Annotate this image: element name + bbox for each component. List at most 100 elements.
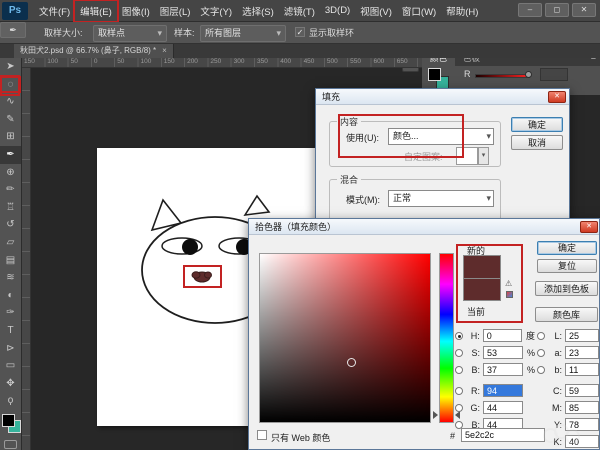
quick-mask-icon[interactable] [4, 440, 17, 449]
show-ring-checkbox[interactable]: ✓ [295, 27, 305, 37]
hsb-rgb-fields: H: 0 度 S: 53 % B: 37 % R: 94 [455, 327, 535, 433]
close-button[interactable]: ✕ [572, 3, 596, 17]
tab-close-icon[interactable]: × [162, 44, 167, 58]
web-safe-cube-icon[interactable] [506, 291, 513, 298]
sample-size-dropdown[interactable]: 取样点▾ [93, 25, 167, 42]
red-value-box[interactable] [540, 68, 568, 81]
menu-view[interactable]: 视图(V) [355, 1, 397, 21]
eyedropper-tool[interactable]: ✒ [0, 146, 21, 164]
panel-foreground-swatch[interactable] [428, 68, 441, 81]
color-libraries-button[interactable]: 颜色库 [535, 307, 598, 322]
eyedropper-options-icon[interactable]: ✒ [0, 22, 26, 38]
healing-brush-tool[interactable]: ⊕ [0, 164, 21, 182]
current-color-swatch[interactable] [463, 278, 501, 301]
lab-b-field-row: b: 11 [537, 361, 600, 378]
picker-ok-button[interactable]: 确定 [537, 241, 597, 255]
menu-edit[interactable]: 编辑(E) [75, 1, 117, 21]
ruler-label: 500 [325, 58, 348, 67]
fill-dialog-close-button[interactable]: ✕ [548, 91, 566, 103]
menu-help[interactable]: 帮助(H) [441, 1, 483, 21]
field-radio[interactable] [455, 332, 463, 340]
hand-tool[interactable]: ✥ [0, 375, 21, 393]
color-picker-close-button[interactable]: ✕ [580, 221, 598, 233]
menu-layer[interactable]: 图层(L) [155, 1, 196, 21]
gradient-tool[interactable]: ▤ [0, 252, 21, 270]
field-radio[interactable] [455, 404, 463, 412]
menu-image[interactable]: 图像(I) [117, 1, 155, 21]
maximize-button[interactable]: ◻ [545, 3, 569, 17]
hue-slider[interactable] [439, 253, 454, 423]
quick-select-tool[interactable]: ✎ [0, 111, 21, 129]
custom-pattern-arrow[interactable]: ▾ [478, 147, 489, 165]
cat-left-pupil [182, 239, 198, 255]
field-radio[interactable] [537, 349, 545, 357]
fill-cancel-button[interactable]: 取消 [511, 135, 563, 150]
dropdown-icon: ▾ [482, 152, 486, 159]
use-dropdown[interactable]: 颜色...▾ [388, 128, 494, 145]
field-radio[interactable] [537, 332, 545, 340]
document-tab[interactable]: 秋田犬2.psd @ 66.7% (鼻子, RGB/8) * × [14, 44, 174, 58]
menu-type[interactable]: 文字(Y) [195, 1, 237, 21]
shape-tool[interactable]: ▭ [0, 357, 21, 375]
hex-input[interactable]: 5e2c2c [461, 428, 545, 442]
fill-dialog-title[interactable]: 填充 [316, 89, 569, 105]
red-field-row: R: 94 [455, 382, 535, 399]
dodge-tool[interactable]: ◐ [0, 287, 21, 305]
lab-a-field-row: a: 23 [537, 344, 600, 361]
menu-bar: Ps 文件(F)编辑(E)图像(I)图层(L)文字(Y)选择(S)滤镜(T)3D… [0, 0, 600, 22]
field-value-input[interactable]: 53 [483, 346, 523, 359]
dropdown-icon: ▾ [486, 191, 491, 206]
red-slider-handle[interactable] [525, 71, 532, 78]
color-field-marker[interactable] [347, 358, 356, 367]
menu-filter[interactable]: 滤镜(T) [279, 1, 320, 21]
path-select-tool[interactable]: ⊳ [0, 340, 21, 358]
field-radio[interactable] [537, 366, 545, 374]
blend-group-label: 混合 [337, 173, 361, 186]
content-group-label: 内容 [337, 115, 361, 128]
crop-tool[interactable]: ⊞ [0, 128, 21, 146]
red-channel-slider[interactable] [475, 74, 530, 78]
field-value-input[interactable]: 85 [565, 401, 599, 414]
menu-select[interactable]: 选择(S) [237, 1, 279, 21]
add-to-swatches-button[interactable]: 添加到色板 [535, 281, 598, 296]
web-only-checkbox[interactable] [257, 430, 267, 440]
brush-tool[interactable]: ✏ [0, 181, 21, 199]
custom-pattern-thumbnail[interactable] [456, 147, 478, 165]
clone-stamp-tool[interactable]: ♖ [0, 199, 21, 217]
picker-reset-button[interactable]: 复位 [537, 259, 597, 273]
zoom-tool[interactable]: ϙ [0, 392, 21, 410]
field-radio[interactable] [455, 366, 463, 374]
field-value-input[interactable]: 11 [565, 363, 599, 376]
color-picker-title[interactable]: 拾色器（填充颜色） [249, 219, 599, 235]
field-value-input[interactable]: 23 [565, 346, 599, 359]
mode-dropdown[interactable]: 正常▾ [388, 190, 494, 207]
blur-tool[interactable]: ≋ [0, 269, 21, 287]
foreground-color-swatch[interactable] [2, 414, 15, 427]
field-radio[interactable] [455, 349, 463, 357]
menu-window[interactable]: 窗口(W) [397, 1, 441, 21]
sample-dropdown[interactable]: 所有图层▾ [200, 25, 286, 42]
field-value-input[interactable]: 0 [483, 329, 522, 342]
marquee-tool[interactable]: ◌ [0, 76, 21, 94]
type-tool[interactable]: T [0, 322, 21, 340]
field-value-input[interactable]: 94 [483, 384, 523, 397]
history-brush-tool[interactable]: ↺ [0, 216, 21, 234]
gamut-warning-icon[interactable]: ⚠ [505, 279, 512, 288]
menu-3d[interactable]: 3D(D) [320, 2, 355, 19]
lasso-tool[interactable]: ∿ [0, 93, 21, 111]
fill-ok-button[interactable]: 确定 [511, 117, 563, 132]
field-value-input[interactable]: 37 [483, 363, 523, 376]
eraser-tool[interactable]: ▱ [0, 234, 21, 252]
field-value-input[interactable]: 59 [565, 384, 599, 397]
hue-slider-handle-left[interactable] [433, 411, 438, 419]
move-tool[interactable]: ➤ [0, 58, 21, 76]
field-value-input[interactable]: 44 [483, 401, 523, 414]
minimize-button[interactable]: – [518, 3, 542, 17]
menu-file[interactable]: 文件(F) [34, 1, 75, 21]
sample-label: 样本: [174, 26, 195, 41]
pen-tool[interactable]: ✑ [0, 304, 21, 322]
saturation-brightness-field[interactable] [259, 253, 431, 423]
ruler-label: 350 [255, 58, 278, 67]
field-value-input[interactable]: 25 [565, 329, 599, 342]
field-radio[interactable] [455, 387, 463, 395]
